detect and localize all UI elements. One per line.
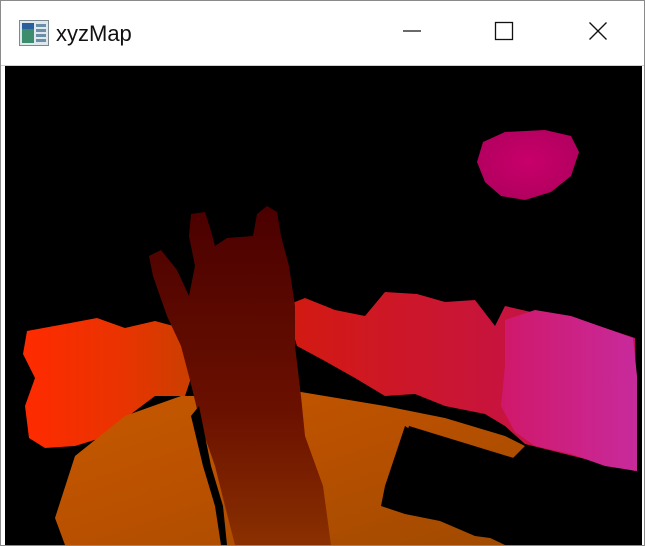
maximize-icon bbox=[494, 21, 514, 46]
close-button[interactable] bbox=[552, 1, 644, 65]
app-window-icon bbox=[19, 20, 49, 46]
maximize-button[interactable] bbox=[458, 1, 550, 65]
title-bar[interactable]: xyzMap bbox=[1, 1, 644, 66]
minimize-icon bbox=[402, 21, 422, 46]
close-icon bbox=[588, 21, 608, 46]
minimize-button[interactable] bbox=[366, 1, 458, 65]
depth-map-canvas[interactable] bbox=[5, 66, 642, 545]
depth-map-image bbox=[23, 130, 637, 545]
window-title: xyzMap bbox=[56, 21, 132, 46]
far-object-blob bbox=[477, 130, 579, 200]
app-window: xyzMap bbox=[0, 0, 645, 546]
